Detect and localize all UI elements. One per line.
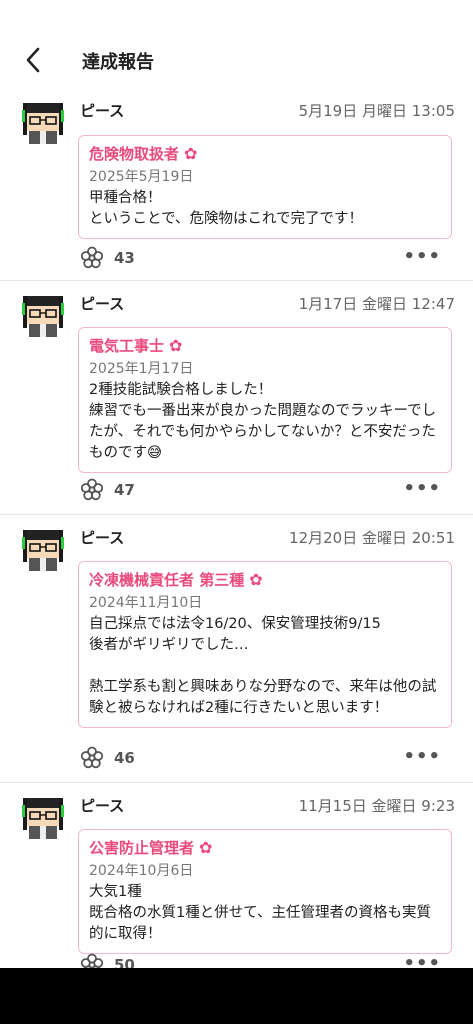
post-item: ピース 5月19日 月曜日 13:05 危険物取扱者 ✿ 2025年5月19日 … [0,88,473,281]
flower-icon: ✿ [169,336,183,355]
achievement-card[interactable]: 公害防止管理者 ✿ 2024年10月6日 大気1種 既合格の水質1種と併せて、主… [78,829,452,954]
more-options-icon[interactable]: ••• [403,746,441,767]
chevron-left-icon [26,47,40,73]
post-timestamp: 5月19日 月曜日 13:05 [298,102,455,120]
flower-icon: ✿ [184,144,198,163]
flower-reaction-icon [80,246,104,269]
post-timestamp: 1月17日 金曜日 12:47 [298,295,455,313]
qualification-title: 電気工事士 ✿ [89,336,441,356]
achievement-card[interactable]: 危険物取扱者 ✿ 2025年5月19日 甲種合格！ ということで、危険物はこれで… [78,135,452,239]
post-item: ピース 12月20日 金曜日 20:51 冷凍機械責任者 第三種 ✿ 2024年… [0,515,473,783]
achievement-date: 2024年10月6日 [89,863,194,879]
more-options-icon[interactable]: ••• [403,246,441,267]
qualification-name: 危険物取扱者 [89,145,180,163]
system-navigation-bar [0,968,473,1024]
author-name[interactable]: ピース [80,293,124,314]
post-timestamp: 12月20日 金曜日 20:51 [289,529,455,547]
back-button[interactable] [18,44,50,76]
qualification-name: 電気工事士 [89,337,165,355]
reaction-button[interactable]: 43 [80,246,135,270]
qualification-name: 公害防止管理者 [89,839,195,857]
author-name[interactable]: ピース [80,100,124,121]
post-timestamp: 11月15日 金曜日 9:23 [298,797,455,815]
achievement-date: 2024年11月10日 [89,595,203,611]
achievement-card[interactable]: 冷凍機械責任者 第三種 ✿ 2024年11月10日 自己採点では法令16/20、… [78,561,452,728]
avatar[interactable] [20,100,66,146]
author-name[interactable]: ピース [80,527,124,548]
achievement-date: 2025年1月17日 [89,361,194,377]
flower-reaction-icon [80,746,104,769]
avatar[interactable] [20,795,66,841]
reaction-button[interactable]: 46 [80,746,135,770]
page-title: 達成報告 [82,52,154,73]
reaction-button[interactable]: 47 [80,478,135,502]
post-body: 自己採点では法令16/20、保安管理技術9/15 後者がギリギリでした… 熱工学… [89,616,437,716]
report-feed: ピース 5月19日 月曜日 13:05 危険物取扱者 ✿ 2025年5月19日 … [0,88,473,1003]
post-item: ピース 1月17日 金曜日 12:47 電気工事士 ✿ 2025年1月17日 2… [0,281,473,515]
achievement-date: 2025年5月19日 [89,169,194,185]
app-header: 達成報告 [0,0,473,100]
reaction-count: 47 [114,481,135,499]
flower-reaction-icon [80,478,104,501]
qualification-title: 公害防止管理者 ✿ [89,838,441,858]
achievement-card[interactable]: 電気工事士 ✿ 2025年1月17日 2種技能試験合格しました！ 練習でも一番出… [78,327,452,473]
flower-icon: ✿ [249,570,263,589]
avatar[interactable] [20,527,66,573]
qualification-name: 冷凍機械責任者 第三種 [89,571,245,589]
author-name[interactable]: ピース [80,795,124,816]
reaction-count: 43 [114,249,135,267]
more-options-icon[interactable]: ••• [403,478,441,499]
post-body: 甲種合格！ ということで、危険物はこれで完了です！ [89,190,364,227]
avatar[interactable] [20,293,66,339]
flower-icon: ✿ [199,838,213,857]
reaction-count: 46 [114,749,135,767]
post-body: 大気1種 既合格の水質1種と併せて、主任管理者の資格も実質的に取得！ [89,884,431,942]
qualification-title: 危険物取扱者 ✿ [89,144,441,164]
qualification-title: 冷凍機械責任者 第三種 ✿ [89,570,441,590]
post-body: 2種技能試験合格しました！ 練習でも一番出来が良かった問題なのでラッキーでしたが… [89,382,437,461]
